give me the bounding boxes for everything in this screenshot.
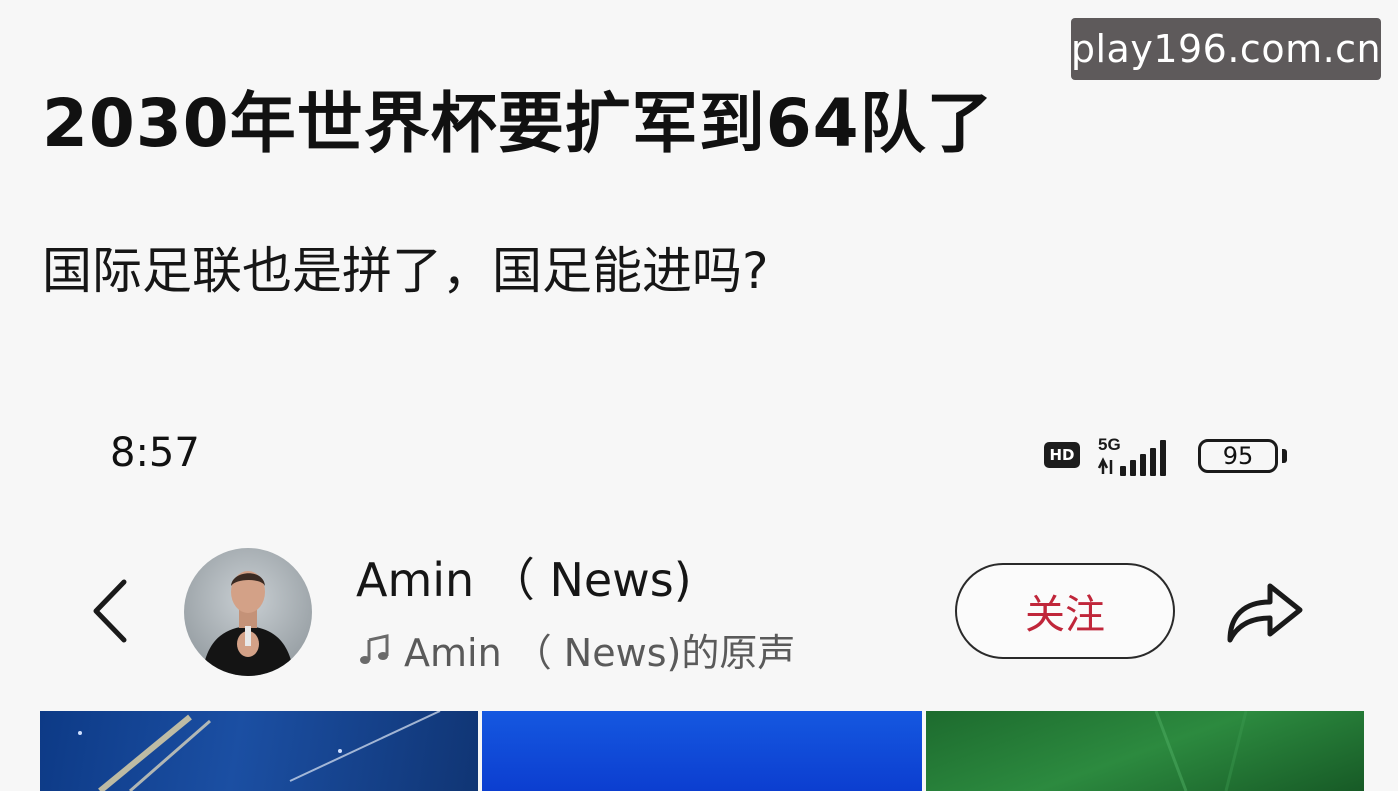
follow-button[interactable]: 关注: [955, 563, 1175, 659]
status-time: 8:57: [110, 430, 200, 476]
watermark-text: play196.com.cn: [1070, 27, 1382, 71]
video-thumbnail[interactable]: [926, 711, 1364, 791]
video-thumbnail[interactable]: [482, 711, 922, 791]
phone-screenshot: 8:57 HD 5G 95 Amin （ News) Amin （ News)的…: [0, 400, 1398, 791]
original-sound-label: Amin （ News)的原声: [404, 630, 796, 675]
chevron-left-icon[interactable]: [86, 576, 134, 646]
share-arrow-icon[interactable]: [1222, 572, 1306, 648]
thumbnail-image: [1154, 711, 1248, 791]
author-avatar[interactable]: [184, 548, 312, 676]
headline: 2030年世界杯要扩军到64队了: [42, 85, 994, 162]
battery-tip: [1282, 449, 1287, 463]
video-thumbnail[interactable]: [40, 711, 478, 791]
thumbnail-image: [78, 711, 441, 791]
author-name[interactable]: Amin （ News): [356, 544, 692, 610]
subheadline: 国际足联也是拼了，国足能进吗?: [42, 242, 769, 300]
status-icons: HD 5G 95: [1040, 434, 1300, 478]
avatar-portrait: [184, 548, 312, 676]
original-sound-row[interactable]: Amin （ News)的原声: [358, 624, 796, 675]
battery-icon: 95: [1198, 439, 1278, 473]
music-note-icon: [360, 634, 389, 664]
5g-signal-icon: 5G: [1097, 435, 1166, 476]
battery-level: 95: [1222, 442, 1254, 470]
network-label: 5G: [1098, 435, 1121, 454]
hd-badge: HD: [1044, 442, 1080, 468]
watermark-badge: play196.com.cn: [1071, 18, 1381, 80]
